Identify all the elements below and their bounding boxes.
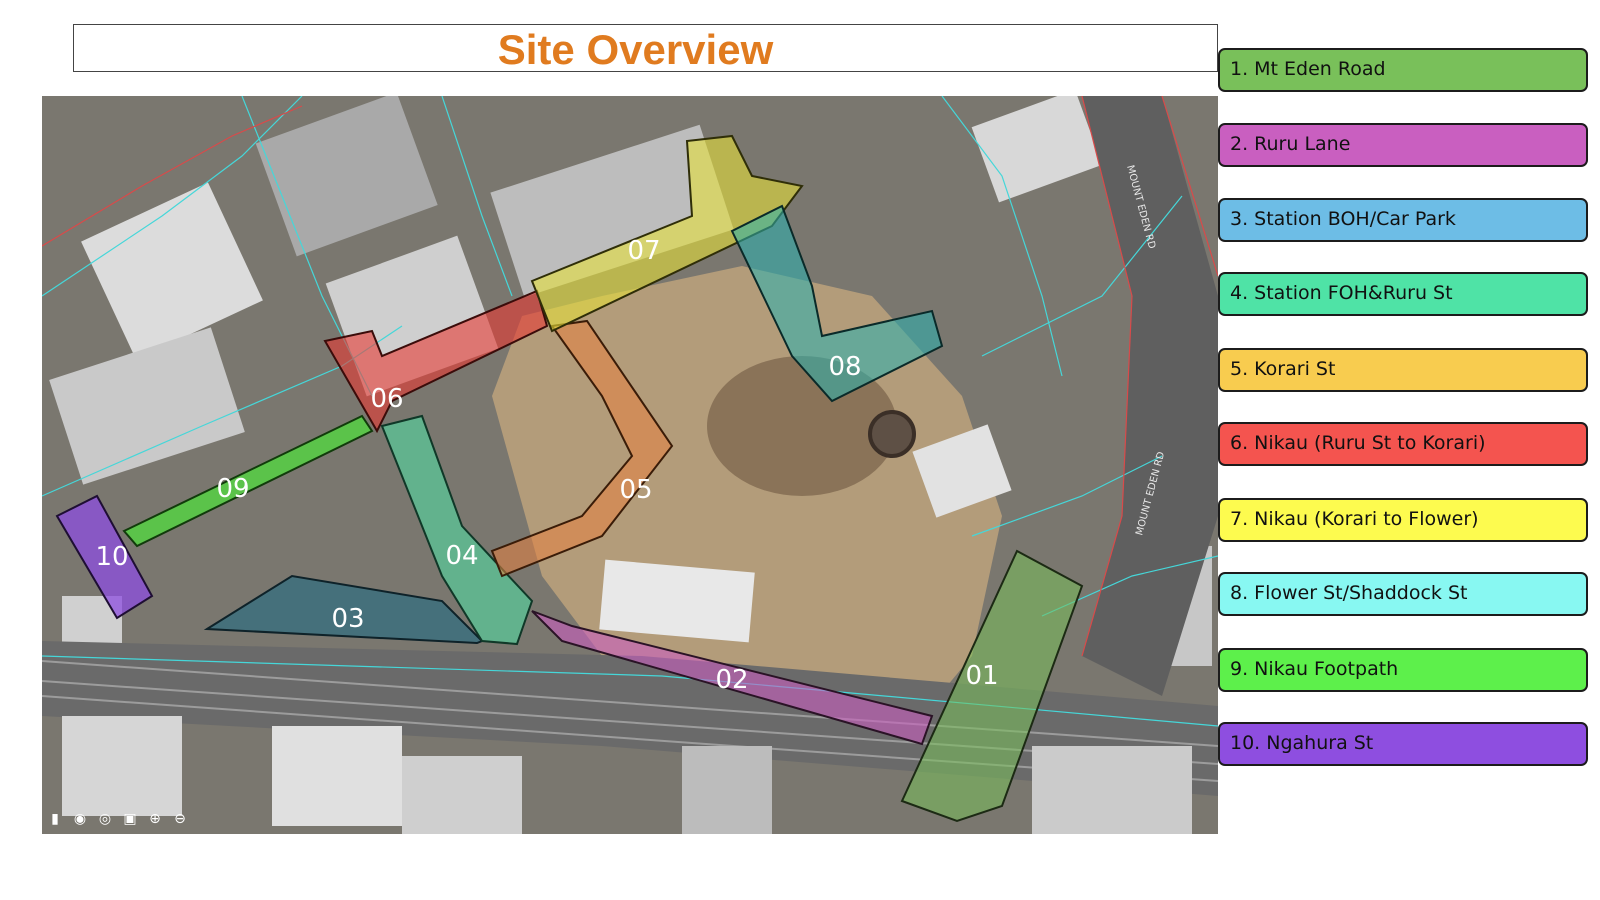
zone-04-label: 04 [445,541,478,571]
building [272,726,402,826]
zone-09-label: 09 [216,474,249,504]
building [599,559,755,643]
zone-02-label: 02 [715,665,748,695]
zone-10-label: 10 [95,542,128,572]
zoom-in-icon[interactable]: ⊕ [146,810,164,828]
zone-03-label: 03 [331,604,364,634]
legend-item-station-boh[interactable]: 3. Station BOH/Car Park [1218,198,1588,242]
building [62,716,182,816]
zone-08-label: 08 [828,352,861,382]
legend-item-ruru-lane[interactable]: 2. Ruru Lane [1218,123,1588,167]
building [402,756,522,834]
page-title: Site Overview [497,26,774,73]
legend-item-korari-st[interactable]: 5. Korari St [1218,348,1588,392]
site-map[interactable]: 01 02 03 04 05 06 07 08 09 10 MOUNT EDEN… [42,96,1218,834]
legend-item-flower-shaddock[interactable]: 8. Flower St/Shaddock St [1218,572,1588,616]
locate-icon[interactable]: ◎ [96,810,114,828]
bookmark-icon[interactable]: ▮ [46,810,64,828]
title-box: Site Overview [73,24,1218,73]
legend-item-nikau-ruru-korari[interactable]: 6. Nikau (Ruru St to Korari) [1218,422,1588,466]
zoom-out-icon[interactable]: ⊖ [171,810,189,828]
building [1032,746,1192,834]
building [682,746,772,834]
zone-legend: 1. Mt Eden Road 2. Ruru Lane 3. Station … [1218,0,1598,900]
legend-item-station-foh[interactable]: 4. Station FOH&Ruru St [1218,272,1588,316]
legend-item-mt-eden-road[interactable]: 1. Mt Eden Road [1218,48,1588,92]
site-map-svg: 01 02 03 04 05 06 07 08 09 10 MOUNT EDEN… [42,96,1218,834]
zone-05-label: 05 [619,475,652,505]
legend-item-ngahura-st[interactable]: 10. Ngahura St [1218,722,1588,766]
map-toolbar: ▮ ◉ ◎ ▣ ⊕ ⊖ [46,810,189,828]
camera-icon[interactable]: ◉ [71,810,89,828]
shaft [868,410,916,458]
legend-item-nikau-korari-flower[interactable]: 7. Nikau (Korari to Flower) [1218,498,1588,542]
legend-item-nikau-footpath[interactable]: 9. Nikau Footpath [1218,648,1588,692]
fullscreen-icon[interactable]: ▣ [121,810,139,828]
zone-01-label: 01 [965,661,998,691]
zone-07-label: 07 [627,236,660,266]
zone-06-label: 06 [370,384,403,414]
